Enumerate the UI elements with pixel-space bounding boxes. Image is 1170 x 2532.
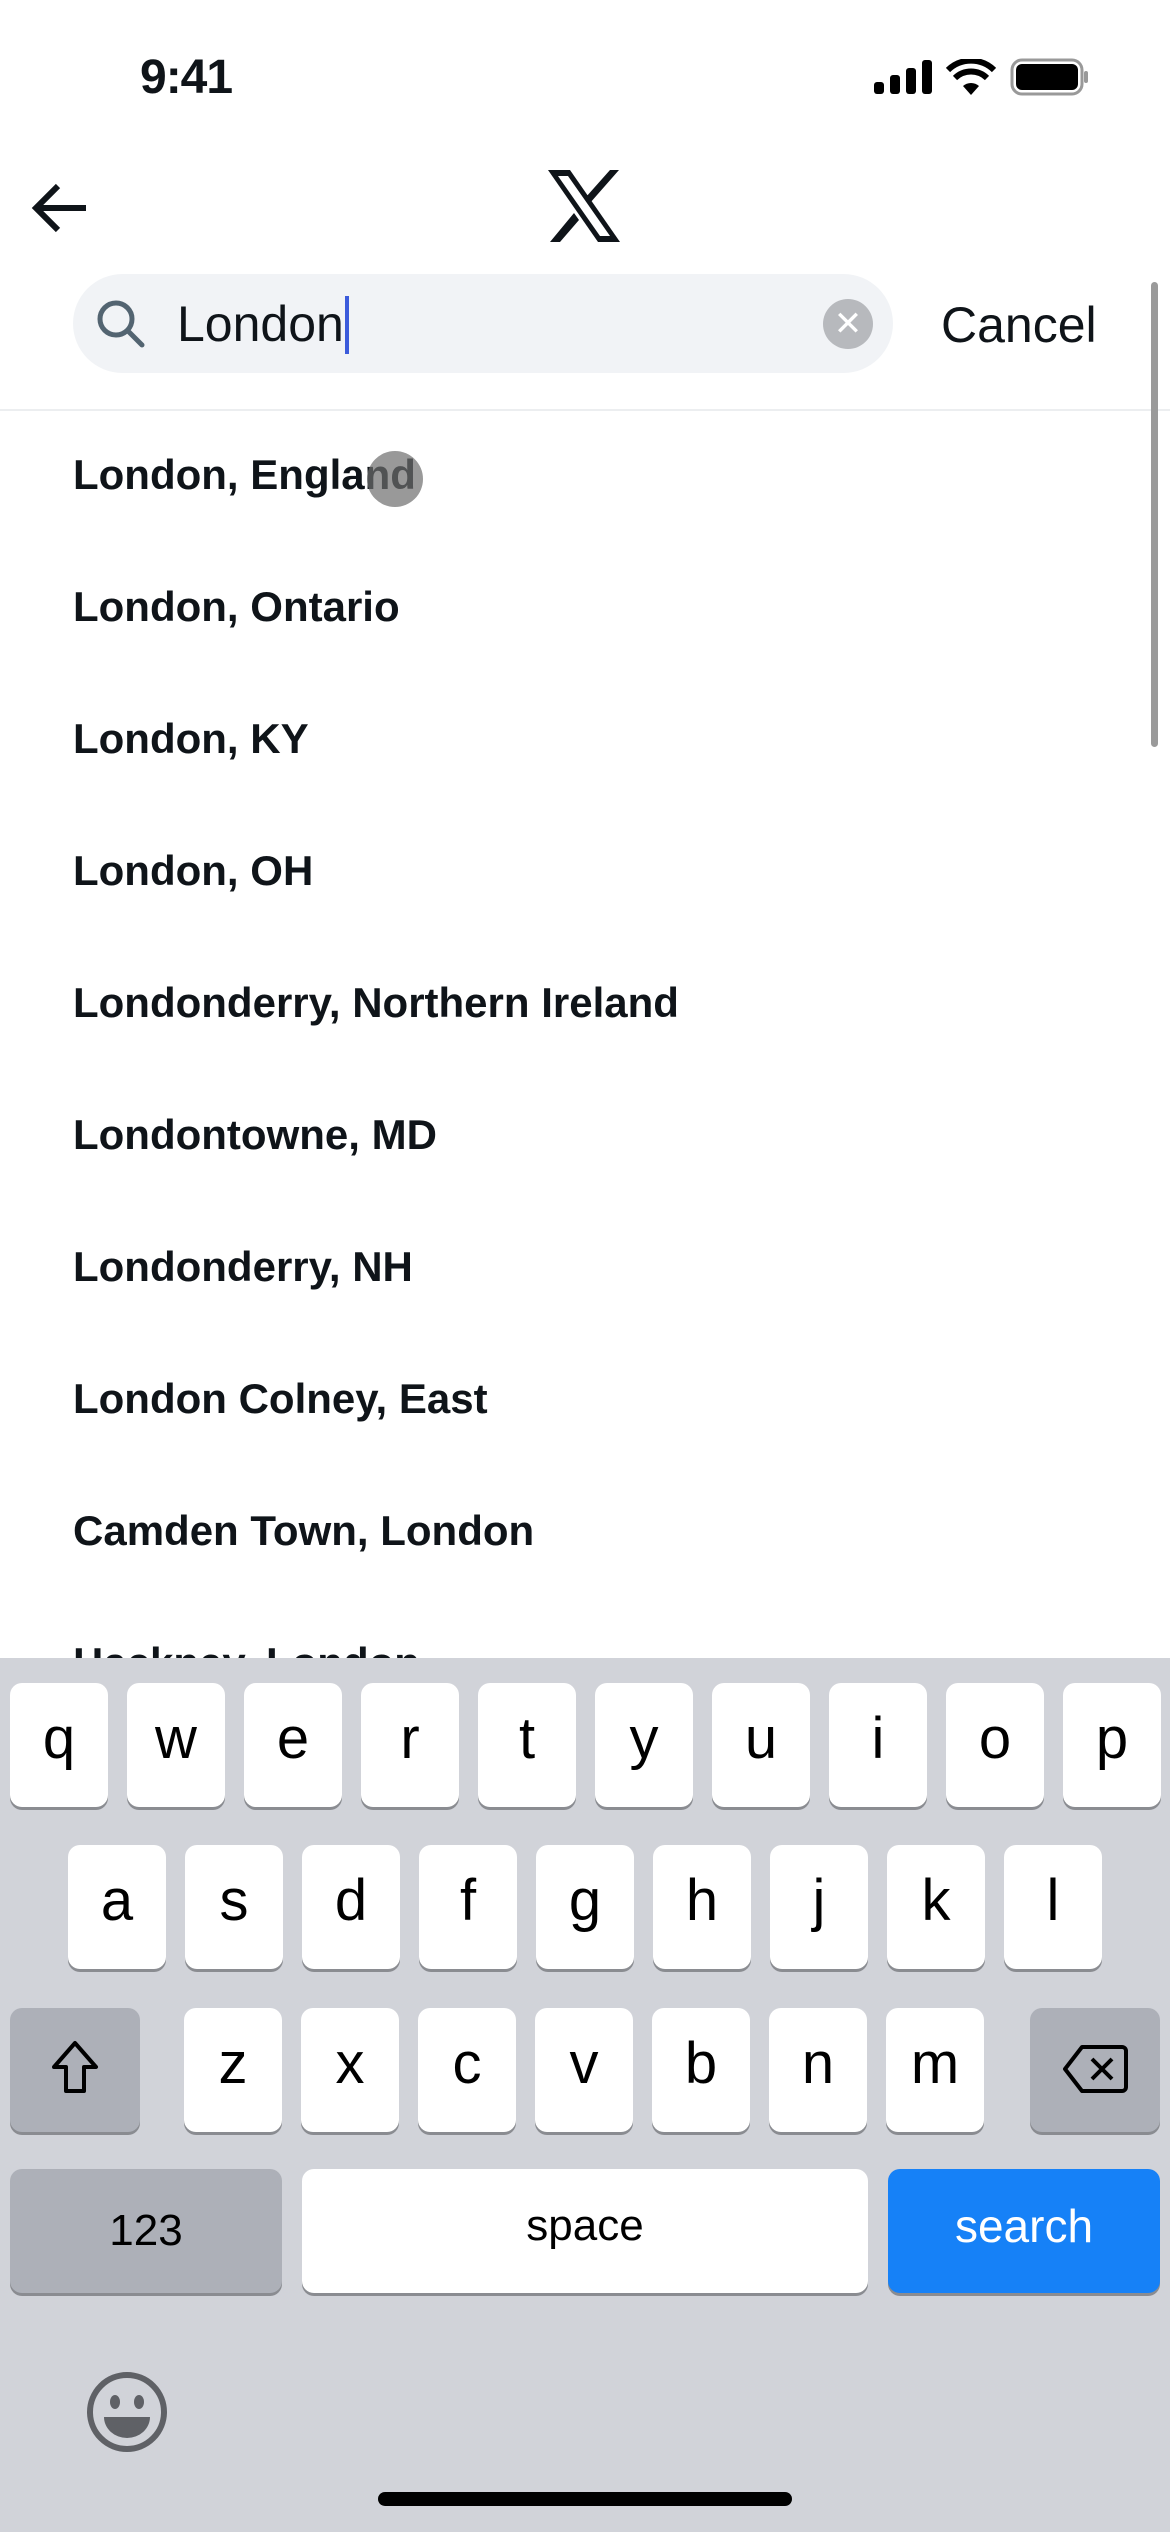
- text-caret: [344, 295, 349, 354]
- key-d[interactable]: d: [302, 1845, 400, 1969]
- clear-button[interactable]: ✕: [823, 299, 873, 349]
- wifi-icon: [946, 59, 996, 95]
- result-item[interactable]: London, KY: [73, 709, 309, 769]
- status-time: 9:41: [140, 51, 233, 104]
- cancel-button[interactable]: Cancel: [941, 296, 1097, 354]
- result-item[interactable]: Londontowne, MD: [73, 1105, 437, 1165]
- numbers-key[interactable]: 123: [10, 2169, 282, 2293]
- key-o[interactable]: o: [946, 1683, 1044, 1807]
- result-item[interactable]: Londonderry, NH: [73, 1237, 413, 1297]
- key-g[interactable]: g: [536, 1845, 634, 1969]
- key-b[interactable]: b: [652, 2008, 750, 2132]
- key-i[interactable]: i: [829, 1683, 927, 1807]
- key-u[interactable]: u: [712, 1683, 810, 1807]
- key-c[interactable]: c: [418, 2008, 516, 2132]
- key-p[interactable]: p: [1063, 1683, 1161, 1807]
- emoji-button[interactable]: [86, 2371, 168, 2458]
- clear-icon: ✕: [833, 305, 863, 343]
- key-r[interactable]: r: [361, 1683, 459, 1807]
- key-x[interactable]: x: [301, 2008, 399, 2132]
- key-f[interactable]: f: [419, 1845, 517, 1969]
- result-item[interactable]: London, England: [73, 445, 416, 505]
- key-h[interactable]: h: [653, 1845, 751, 1969]
- battery-icon: [1010, 58, 1088, 96]
- space-key[interactable]: space: [302, 2169, 868, 2293]
- key-v[interactable]: v: [535, 2008, 633, 2132]
- key-y[interactable]: y: [595, 1683, 693, 1807]
- key-w[interactable]: w: [127, 1683, 225, 1807]
- touch-indicator: [367, 451, 423, 507]
- arrow-left-icon: [31, 183, 86, 233]
- result-item[interactable]: London, OH: [73, 841, 313, 901]
- emoji-icon: [87, 2372, 167, 2452]
- cellular-signal-icon: [874, 60, 932, 94]
- keyboard: q w e r t y u i o p a s d f g h j k l z x c v b n m 123 space search: [0, 1658, 1170, 2532]
- key-n[interactable]: n: [769, 2008, 867, 2132]
- status-icons: [874, 58, 1090, 96]
- backspace-key[interactable]: [1030, 2008, 1160, 2132]
- divider: [0, 409, 1170, 411]
- result-item[interactable]: Londonderry, Northern Ireland: [73, 973, 679, 1033]
- scrollbar[interactable]: [1151, 282, 1158, 747]
- key-t[interactable]: t: [478, 1683, 576, 1807]
- search-key[interactable]: search: [888, 2169, 1160, 2293]
- result-item[interactable]: Camden Town, London: [73, 1501, 534, 1561]
- result-item[interactable]: London Colney, East: [73, 1369, 488, 1429]
- search-icon: [97, 300, 145, 348]
- key-z[interactable]: z: [184, 2008, 282, 2132]
- shift-key[interactable]: [10, 2008, 140, 2132]
- back-button[interactable]: [30, 178, 94, 238]
- search-value: London: [177, 296, 344, 352]
- x-logo: [546, 170, 622, 242]
- key-j[interactable]: j: [770, 1845, 868, 1969]
- search-input[interactable]: London ✕: [73, 274, 893, 373]
- key-e[interactable]: e: [244, 1683, 342, 1807]
- key-s[interactable]: s: [185, 1845, 283, 1969]
- key-l[interactable]: l: [1004, 1845, 1102, 1969]
- key-m[interactable]: m: [886, 2008, 984, 2132]
- shift-icon: [52, 2041, 98, 2093]
- backspace-icon: [1063, 2045, 1128, 2093]
- key-k[interactable]: k: [887, 1845, 985, 1969]
- result-item[interactable]: London, Ontario: [73, 577, 400, 637]
- home-indicator[interactable]: [378, 2492, 792, 2506]
- key-q[interactable]: q: [10, 1683, 108, 1807]
- key-a[interactable]: a: [68, 1845, 166, 1969]
